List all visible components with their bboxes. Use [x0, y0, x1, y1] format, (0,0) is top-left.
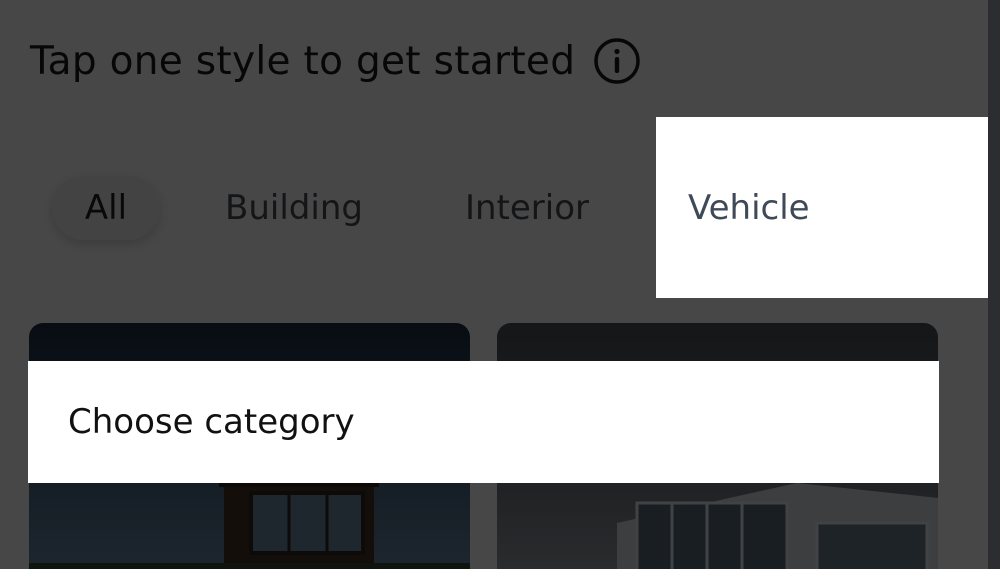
window-edge [988, 0, 1000, 569]
onboarding-tooltip: Choose category [28, 361, 939, 483]
tab-vehicle-spotlight[interactable]: Vehicle [656, 117, 989, 298]
tab-all[interactable]: All [52, 176, 160, 240]
page-title: Tap one style to get started [30, 38, 576, 84]
tab-interior[interactable]: Interior [446, 176, 608, 240]
tab-vehicle[interactable]: Vehicle [656, 117, 989, 298]
tab-building[interactable]: Building [210, 176, 378, 240]
tooltip-text: Choose category [68, 402, 355, 442]
style-picker-header: Tap one style to get started [30, 36, 641, 86]
style-picker-screen: Tap one style to get started All Buildin… [0, 0, 1000, 569]
info-circle-icon[interactable] [593, 37, 641, 85]
